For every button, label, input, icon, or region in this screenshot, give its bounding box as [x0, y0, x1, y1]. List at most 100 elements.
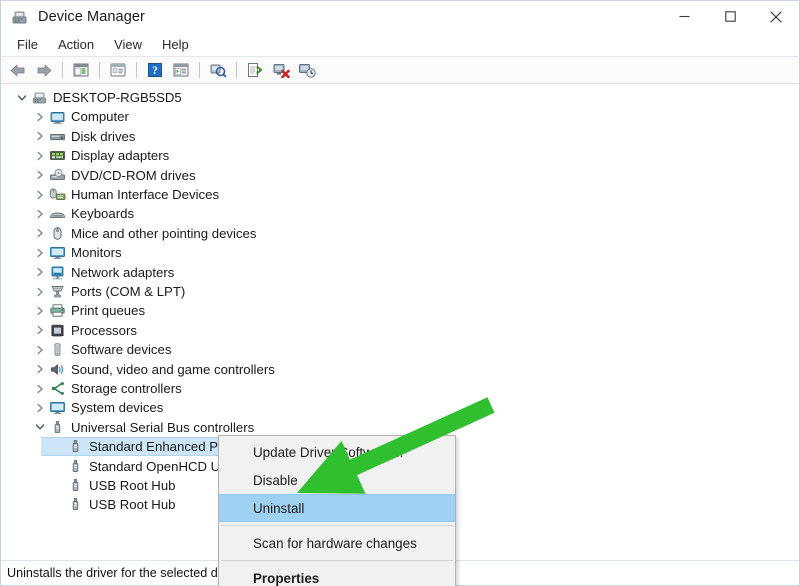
tree-node[interactable]: Ports (COM & LPT) [1, 282, 799, 301]
toolbar-separator [99, 62, 100, 78]
tree-node-label: Human Interface Devices [71, 188, 219, 201]
context-menu-item[interactable]: Scan for hardware changes [219, 529, 455, 557]
chevron-right-icon[interactable] [32, 187, 48, 203]
chevron-right-icon[interactable] [32, 361, 48, 377]
update-driver-software-icon[interactable] [243, 59, 267, 82]
chevron-right-icon[interactable] [32, 245, 48, 261]
menu-file[interactable]: File [7, 34, 48, 55]
view-icon[interactable] [169, 59, 193, 82]
tree-node[interactable]: DVD/CD-ROM drives [1, 166, 799, 185]
status-bar-text: Uninstalls the driver for the selected d… [7, 566, 251, 580]
show-hide-console-tree-icon[interactable] [69, 59, 93, 82]
tree-node-label: Monitors [71, 246, 122, 259]
scan-for-hardware-changes-icon[interactable] [206, 59, 230, 82]
context-menu-item[interactable]: Properties [219, 564, 455, 586]
tree-node[interactable]: System devices [1, 398, 799, 417]
system-device-icon [48, 400, 66, 416]
tree-node-label: Display adapters [71, 149, 169, 162]
tree-node[interactable]: Storage controllers [1, 379, 799, 398]
monitor-icon [48, 245, 66, 261]
tree-root-label: DESKTOP-RGB5SD5 [53, 91, 182, 104]
chevron-right-icon[interactable] [32, 303, 48, 319]
tree-node[interactable]: Software devices [1, 340, 799, 359]
toolbar-separator [199, 62, 200, 78]
chevron-right-icon[interactable] [32, 400, 48, 416]
computer-icon [48, 109, 66, 125]
chevron-right-icon[interactable] [32, 128, 48, 144]
svg-text:?: ? [152, 65, 158, 77]
context-menu-item[interactable]: Disable [219, 466, 455, 494]
menu-help[interactable]: Help [152, 34, 199, 55]
properties-icon[interactable] [106, 59, 130, 82]
title-bar: Device Manager [1, 1, 799, 32]
tree-node-spacer [50, 478, 66, 494]
window-title: Device Manager [38, 9, 145, 25]
toolbar: ? [1, 57, 799, 84]
tree-node-label: USB Root Hub [89, 498, 176, 511]
tree-node[interactable]: Network adapters [1, 263, 799, 282]
chevron-right-icon[interactable] [32, 284, 48, 300]
chevron-down-icon[interactable] [14, 90, 30, 106]
tree-node[interactable]: Computer [1, 107, 799, 126]
software-device-icon [48, 342, 66, 358]
disable-device-icon[interactable] [295, 59, 319, 82]
tree-node-label: Computer [71, 110, 129, 123]
forward-icon[interactable] [32, 59, 56, 82]
menu-bar: File Action View Help [1, 32, 799, 57]
tree-node[interactable]: Mice and other pointing devices [1, 224, 799, 243]
chevron-right-icon[interactable] [32, 167, 48, 183]
tree-node-label: Ports (COM & LPT) [71, 285, 185, 298]
tree-node-label: Disk drives [71, 130, 135, 143]
tree-node-label: Storage controllers [71, 382, 182, 395]
context-menu[interactable]: Update Driver Software...DisableUninstal… [218, 435, 456, 586]
chevron-right-icon[interactable] [32, 148, 48, 164]
usb-device-icon [66, 497, 84, 513]
chevron-right-icon[interactable] [32, 322, 48, 338]
toolbar-separator [236, 62, 237, 78]
context-menu-item[interactable]: Update Driver Software... [219, 438, 455, 466]
tree-node-label: System devices [71, 401, 163, 414]
computer-root-icon [30, 90, 48, 106]
toolbar-separator [136, 62, 137, 78]
tree-node-spacer [50, 458, 66, 474]
chevron-right-icon[interactable] [32, 342, 48, 358]
chevron-right-icon[interactable] [32, 109, 48, 125]
maximize-button[interactable] [707, 1, 753, 32]
chevron-right-icon[interactable] [32, 381, 48, 397]
chevron-right-icon[interactable] [32, 206, 48, 222]
chevron-down-icon[interactable] [32, 419, 48, 435]
tree-node[interactable]: Display adapters [1, 146, 799, 165]
tree-node[interactable]: Monitors [1, 243, 799, 262]
chevron-right-icon[interactable] [32, 264, 48, 280]
tree-node[interactable]: Disk drives [1, 127, 799, 146]
tree-node-spacer [50, 497, 66, 513]
help-icon[interactable]: ? [143, 59, 167, 82]
tree-node-label: Software devices [71, 343, 171, 356]
menu-action[interactable]: Action [48, 34, 104, 55]
tree-node-label: Network adapters [71, 266, 174, 279]
tree-node[interactable]: Print queues [1, 301, 799, 320]
back-icon[interactable] [6, 59, 30, 82]
keyboard-icon [48, 206, 66, 222]
tree-node[interactable]: Sound, video and game controllers [1, 359, 799, 378]
menu-view[interactable]: View [104, 34, 152, 55]
tree-root-node[interactable]: DESKTOP-RGB5SD5 [1, 88, 799, 107]
uninstall-device-icon[interactable] [269, 59, 293, 82]
tree-node-label: Processors [71, 324, 137, 337]
usb-device-icon [66, 478, 84, 494]
device-manager-icon [10, 8, 30, 26]
printer-icon [48, 303, 66, 319]
context-menu-item[interactable]: Uninstall [219, 494, 455, 522]
close-button[interactable] [753, 1, 799, 32]
chevron-right-icon[interactable] [32, 225, 48, 241]
minimize-button[interactable] [661, 1, 707, 32]
storage-controller-icon [48, 381, 66, 397]
mouse-icon [48, 225, 66, 241]
context-menu-separator [221, 525, 453, 526]
sound-icon [48, 361, 66, 377]
tree-node[interactable]: Processors [1, 321, 799, 340]
port-icon [48, 284, 66, 300]
toolbar-separator [62, 62, 63, 78]
tree-node[interactable]: Human Interface Devices [1, 185, 799, 204]
tree-node[interactable]: Keyboards [1, 204, 799, 223]
